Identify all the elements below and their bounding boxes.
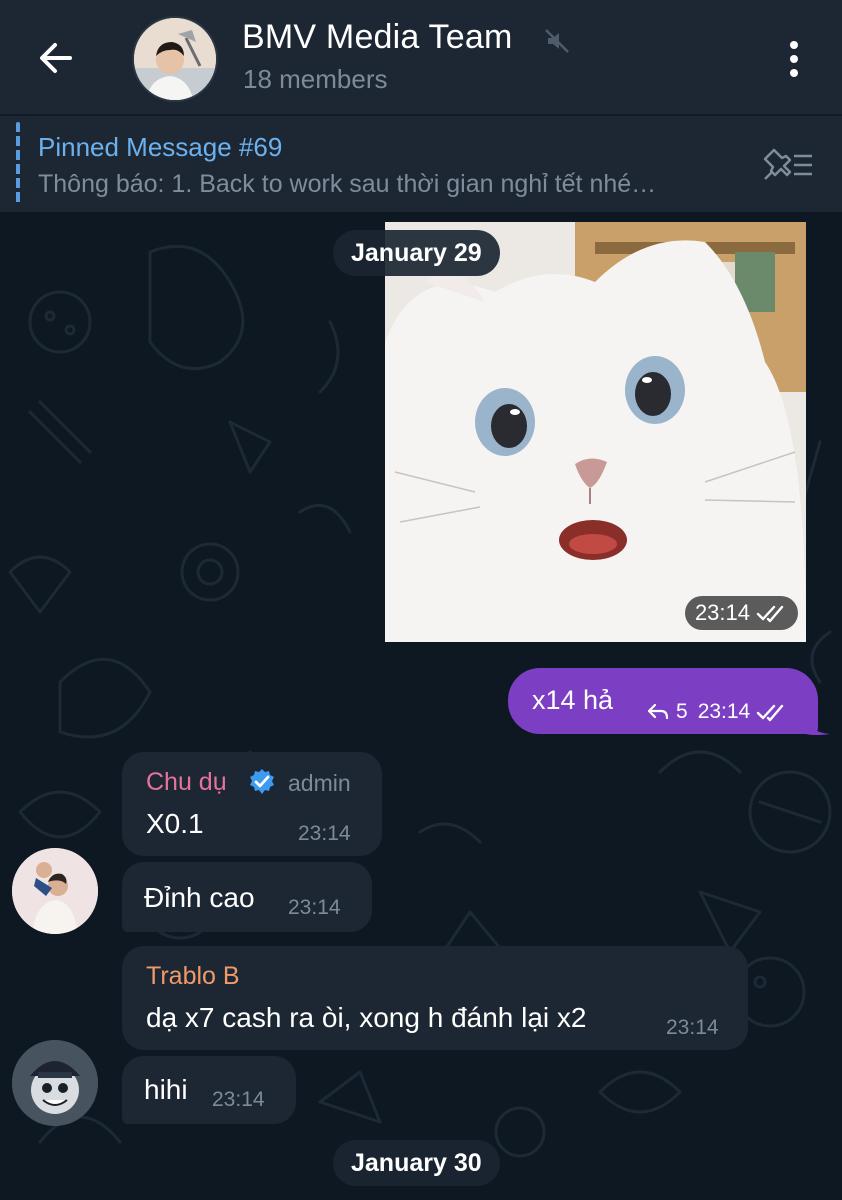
admin-tag: admin — [288, 770, 351, 796]
member-count: 18 members — [243, 64, 388, 94]
incoming-message[interactable]: Trablo B dạ x7 cash ra òi, xong h đánh l… — [122, 946, 748, 1050]
group-avatar[interactable] — [132, 16, 218, 102]
pinned-title: Pinned Message #69 — [38, 132, 283, 162]
bubble-tail — [806, 720, 830, 735]
double-check-icon — [756, 605, 784, 623]
message-time: 23:14 — [697, 700, 751, 723]
message-time: 23:14 — [298, 822, 351, 845]
message-text: Đỉnh cao — [144, 882, 255, 913]
message-list[interactable]: 23:14 January 29 x14 hả 5 23:14 Chu dụ a… — [0, 212, 842, 1200]
outgoing-message[interactable]: x14 hả 5 23:14 — [508, 668, 818, 734]
reply-arrow-icon — [647, 703, 669, 720]
group-avatar-photo — [134, 18, 216, 100]
incoming-message[interactable]: hihi 23:14 — [122, 1056, 296, 1124]
double-check-icon — [757, 704, 784, 722]
user-avatar-photo — [12, 848, 98, 934]
more-options-button[interactable] — [772, 34, 816, 84]
arrow-left-icon — [40, 43, 72, 73]
photo-message[interactable]: 23:14 — [385, 222, 806, 642]
speaker-muted-icon — [545, 29, 569, 53]
chat-header: BMV Media Team 18 members — [0, 0, 842, 114]
pinned-text: Thông báo: 1. Back to work sau thời gian… — [38, 170, 657, 198]
sender-name[interactable]: Chu dụ — [146, 768, 227, 797]
message-meta: 5 23:14 — [646, 700, 788, 724]
pinned-message-bar[interactable]: Pinned Message #69 Thông báo: 1. Back to… — [0, 116, 842, 212]
message-time: 23:14 — [288, 896, 341, 919]
incoming-message[interactable]: Đỉnh cao 23:14 — [122, 862, 372, 932]
verified-badge-icon — [250, 769, 274, 794]
back-button[interactable] — [28, 30, 84, 86]
date-separator: January 29 — [333, 230, 500, 276]
message-text: X0.1 — [146, 808, 204, 839]
pinned-indicator — [16, 122, 20, 206]
message-text: x14 hả — [532, 685, 614, 715]
vertical-dots-icon — [790, 41, 798, 49]
avatar[interactable] — [12, 1040, 98, 1126]
photo-timestamp: 23:14 — [684, 596, 798, 630]
message-text: hihi — [144, 1074, 188, 1105]
user-avatar-photo — [12, 1040, 98, 1126]
pin-list-icon[interactable] — [760, 144, 814, 184]
incoming-message[interactable]: Chu dụ admin X0.1 23:14 — [122, 752, 382, 856]
avatar[interactable] — [12, 848, 98, 934]
chat-title[interactable]: BMV Media Team — [242, 18, 513, 57]
message-time: 23:14 — [666, 1016, 719, 1039]
sender-name[interactable]: Trablo B — [146, 962, 240, 991]
message-text: dạ x7 cash ra òi, xong h đánh lại x2 — [146, 1002, 587, 1033]
date-separator: January 30 — [333, 1140, 500, 1186]
message-time: 23:14 — [212, 1088, 265, 1111]
cat-photo — [385, 222, 806, 642]
reply-count[interactable]: 5 — [676, 700, 688, 724]
